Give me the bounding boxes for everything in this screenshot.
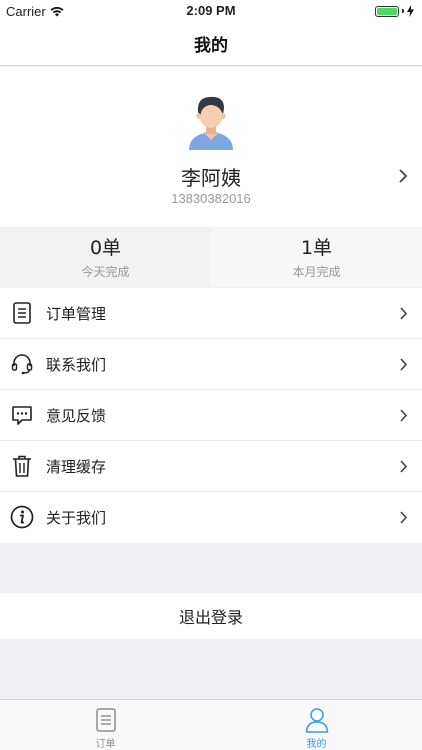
tab-label: 订单 [95,739,116,750]
logout-button[interactable]: 退出登录 [0,593,422,639]
chevron-right-icon [400,307,408,320]
stat-today-label: 今天完成 [81,265,130,279]
avatar [189,96,233,150]
menu-item-label: 关于我们 [46,509,107,527]
menu-item-label: 订单管理 [46,304,107,323]
battery-icon [375,5,414,17]
document-icon [95,708,116,732]
logout-label: 退出登录 [178,608,243,627]
menu-item-label: 联系我们 [46,355,107,374]
menu-item-about-us[interactable]: 关于我们 [0,492,422,543]
stats-panel: 0单 今天完成 1单 本月完成 [0,227,422,287]
status-bar: Carrier 2:09 PM [0,0,422,22]
stat-month-value: 1单 [300,237,333,259]
chevron-right-icon [400,460,408,473]
person-icon [305,708,328,733]
menu-item-label: 意见反馈 [46,406,107,425]
chevron-right-icon [399,169,408,183]
user-name: 李阿姨 [181,166,241,190]
stat-month: 1单 本月完成 [211,227,422,287]
chat-bubble-icon [12,406,32,425]
page-title: 我的 [194,36,228,56]
tab-mine[interactable]: 我的 [211,700,422,750]
menu-item-feedback[interactable]: 意见反馈 [0,390,422,441]
tab-label: 我的 [306,739,327,750]
menu-item-clear-cache[interactable]: 清理缓存 [0,441,422,492]
tab-orders[interactable]: 订单 [0,700,211,750]
menu-item-label: 清理缓存 [46,457,107,476]
status-time: 2:09 PM [186,3,236,18]
chevron-right-icon [400,511,408,524]
chevron-right-icon [400,409,408,422]
charging-icon [407,5,414,17]
trash-icon [13,455,31,477]
chevron-right-icon [400,358,408,371]
headset-icon [11,354,33,375]
stat-month-label: 本月完成 [292,265,341,279]
settings-menu: 订单管理 联系我们 意见反馈 清理缓存 关于我们 [0,288,422,543]
profile-header[interactable]: 李阿姨 13830382016 [0,67,422,227]
stat-today-value: 0单 [89,237,122,259]
menu-item-contact-us[interactable]: 联系我们 [0,339,422,390]
navigation-bar: 我的 [0,22,422,66]
user-phone: 13830382016 [171,191,251,206]
info-icon [10,505,34,529]
menu-item-order-management[interactable]: 订单管理 [0,288,422,339]
document-icon [13,302,31,324]
stat-today: 0单 今天完成 [0,227,211,287]
tab-bar: 订单 我的 [0,699,422,750]
